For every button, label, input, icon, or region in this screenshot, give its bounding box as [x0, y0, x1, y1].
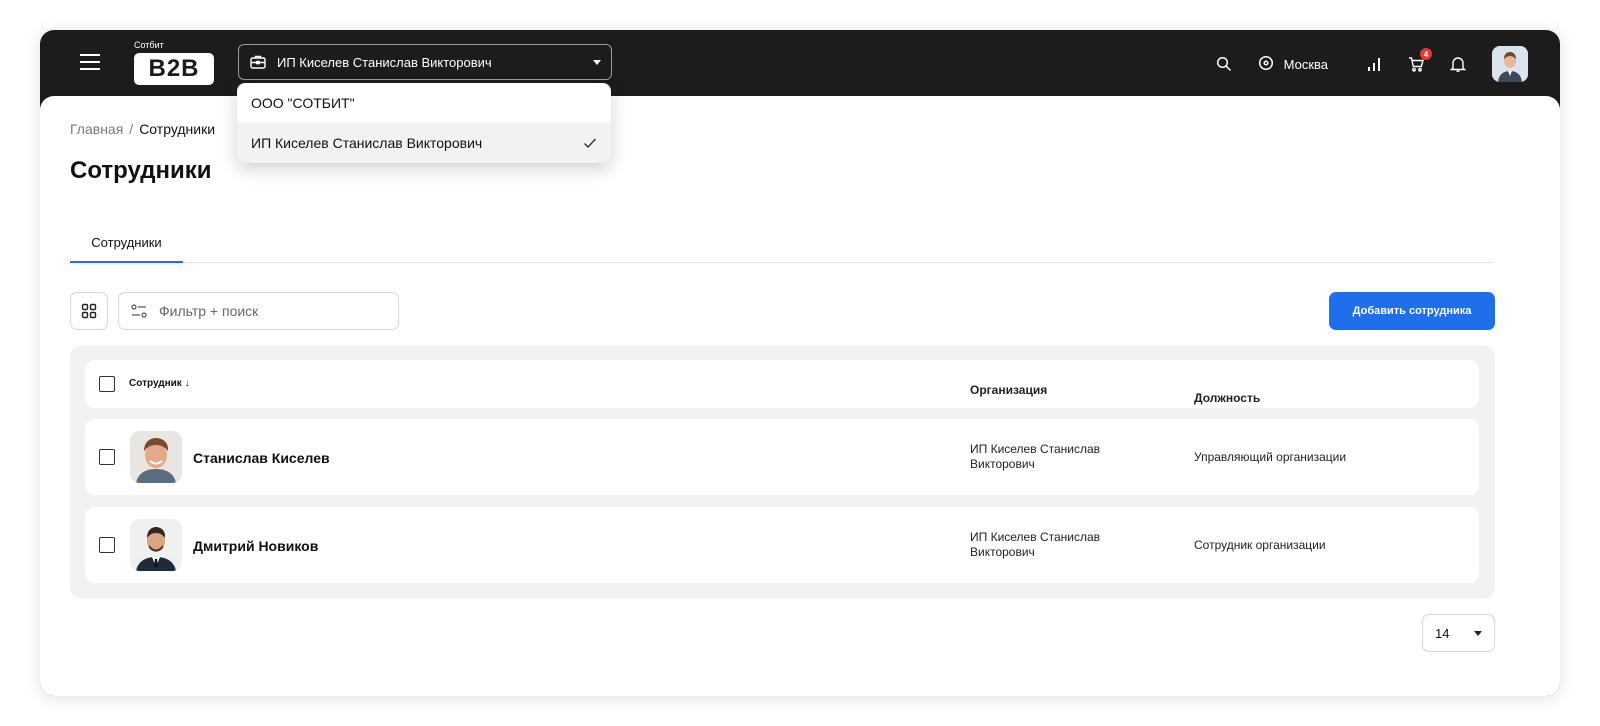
main-content: Главная / Сотрудники Сотрудники Сотрудники… [40, 96, 1560, 696]
table-row[interactable]: Станислав Киселев ИП Киселев Станислав В… [85, 419, 1479, 495]
column-header-employee-label: Сотрудник [129, 378, 182, 389]
column-header-organization: Организация [970, 383, 1048, 397]
sort-arrow-icon: ↓ [184, 378, 190, 389]
table-header-row: Сотрудник ↓ Организация Должность [85, 360, 1479, 408]
employee-position: Управляющий организации [1194, 450, 1347, 464]
column-header-employee[interactable]: Сотрудник ↓ [129, 378, 190, 389]
per-page-value: 14 [1435, 625, 1450, 641]
tab-employees[interactable]: Сотрудники [70, 223, 183, 263]
breadcrumb-current: Сотрудники [139, 121, 216, 137]
grid-icon [81, 303, 97, 319]
briefcase-icon [250, 55, 266, 69]
breadcrumb: Главная / Сотрудники [70, 121, 215, 137]
view-toggle-button[interactable] [70, 292, 108, 330]
logo-caption: Сотбит [134, 40, 164, 50]
filter-search-field[interactable] [118, 292, 399, 330]
employee-organization: ИП Киселев Станислав Викторович [970, 442, 1101, 471]
employee-photo [130, 431, 182, 483]
user-avatar[interactable] [1492, 46, 1528, 82]
breadcrumb-home-link[interactable]: Главная [70, 121, 123, 137]
per-page-select[interactable]: 14 [1422, 614, 1495, 652]
tab-bar: Сотрудники [70, 223, 1494, 263]
location-icon [1258, 55, 1273, 71]
employee-name[interactable]: Станислав Киселев [193, 450, 330, 466]
check-icon [584, 138, 597, 149]
organization-option-label: ООО "СОТБИТ" [251, 95, 355, 111]
column-header-position: Должность [1194, 391, 1261, 405]
logo[interactable]: Сотбит B2B [130, 40, 222, 88]
employee-name[interactable]: Дмитрий Новиков [193, 538, 318, 554]
bell-icon[interactable] [1448, 54, 1468, 74]
breadcrumb-separator: / [129, 121, 134, 137]
select-all-checkbox[interactable] [99, 376, 115, 392]
logo-mark: B2B [134, 53, 214, 85]
cart-icon[interactable]: 4 [1406, 48, 1432, 74]
filter-icon [131, 304, 147, 318]
header-actions: Москва 4 [1214, 44, 1528, 84]
employee-photo [130, 519, 182, 571]
employee-organization: ИП Киселев Станислав Викторович [970, 530, 1101, 559]
city-selector[interactable]: Москва [1258, 55, 1328, 73]
employee-position: Сотрудник организации [1194, 538, 1326, 552]
page-title: Сотрудники [70, 157, 212, 184]
cart-badge: 4 [1420, 48, 1432, 60]
row-checkbox[interactable] [99, 449, 115, 465]
organization-select[interactable]: ИП Киселев Станислав Викторович [238, 44, 612, 80]
add-employee-button[interactable]: Добавить сотрудника [1329, 292, 1495, 330]
organization-option-label: ИП Киселев Станислав Викторович [251, 135, 483, 151]
menu-icon[interactable] [80, 54, 100, 70]
city-label: Москва [1283, 56, 1328, 72]
organization-select-value: ИП Киселев Станислав Викторович [277, 54, 492, 70]
search-input[interactable] [159, 303, 379, 319]
organization-option[interactable]: ООО "СОТБИТ" [237, 83, 611, 123]
chevron-down-icon [593, 59, 601, 65]
organization-option-selected[interactable]: ИП Киселев Станислав Викторович [237, 123, 611, 163]
organization-dropdown: ООО "СОТБИТ" ИП Киселев Станислав Виктор… [237, 83, 611, 163]
row-checkbox[interactable] [99, 537, 115, 553]
chart-icon[interactable] [1364, 54, 1384, 74]
table-row[interactable]: Дмитрий Новиков ИП Киселев Станислав Вик… [85, 507, 1479, 583]
search-icon[interactable] [1214, 54, 1234, 74]
employees-table: Сотрудник ↓ Организация Должность Станис… [70, 345, 1495, 599]
chevron-down-icon [1474, 630, 1482, 636]
